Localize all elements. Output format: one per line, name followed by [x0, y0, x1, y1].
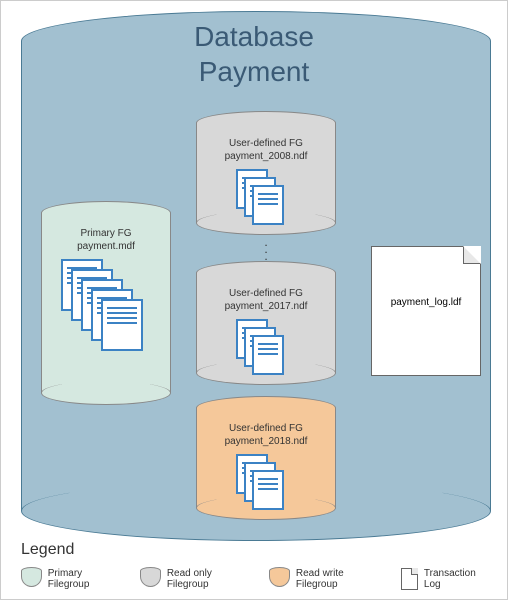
fg2008-label2: payment_2008.ndf [197, 150, 335, 163]
title-line1: Database [1, 21, 507, 53]
dog-ear-icon [463, 246, 481, 264]
legend-tlog: Transaction Log [401, 568, 491, 590]
filegroup-2017: User-defined FG payment_2017.ndf [196, 261, 336, 385]
legend-primary: Primary Filegroup [21, 567, 122, 591]
diagram-canvas: Database Payment Primary FG payment.mdf … [1, 1, 507, 599]
legend: Legend Primary Filegroup Read only Fileg… [21, 541, 491, 591]
primary-label1: Primary FG [42, 227, 170, 240]
fg2017-label1: User-defined FG [197, 287, 335, 300]
filegroup-2018: User-defined FG payment_2018.ndf [196, 396, 336, 520]
fg2008-label1: User-defined FG [197, 137, 335, 150]
files-icon [236, 454, 296, 514]
fg2017-label2: payment_2017.ndf [197, 300, 335, 313]
log-label: payment_log.ldf [372, 297, 480, 308]
vertical-ellipsis: ... [261, 239, 271, 261]
cylinder-icon [269, 567, 290, 591]
filegroup-2008: User-defined FG payment_2008.ndf [196, 111, 336, 235]
transaction-log-file: payment_log.ldf [371, 246, 481, 376]
legend-readonly: Read only Filegroup [140, 567, 251, 591]
fg2018-label1: User-defined FG [197, 422, 335, 435]
files-icon [236, 169, 296, 229]
files-icon [61, 259, 151, 369]
fg2018-label2: payment_2018.ndf [197, 435, 335, 448]
legend-title: Legend [21, 541, 491, 559]
primary-label2: payment.mdf [42, 240, 170, 253]
cylinder-icon [140, 567, 161, 591]
legend-readwrite: Read write Filegroup [269, 567, 383, 591]
document-icon [401, 568, 418, 590]
cylinder-icon [21, 567, 42, 591]
files-icon [236, 319, 296, 379]
primary-filegroup: Primary FG payment.mdf [41, 201, 171, 405]
title-line2: Payment [1, 56, 507, 88]
